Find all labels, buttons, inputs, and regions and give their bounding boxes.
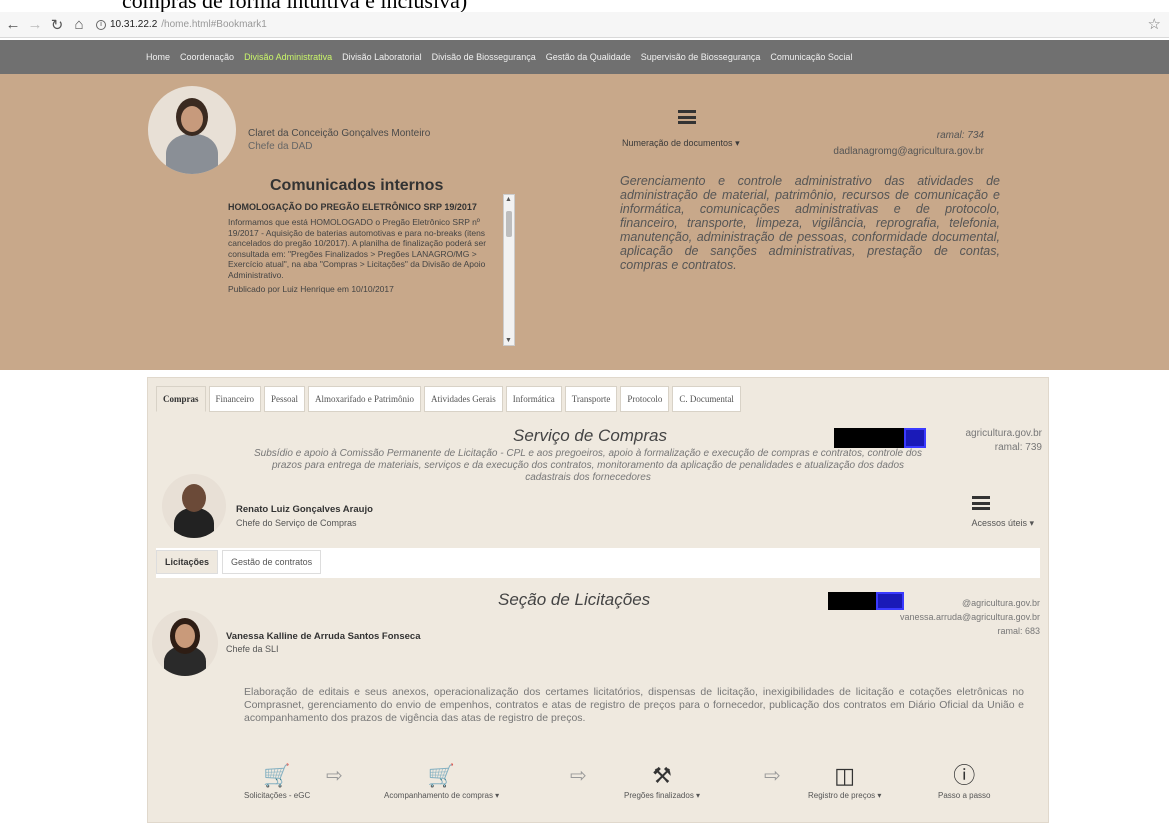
nav-supervisao-biosseguranca[interactable]: Supervisão de Biossegurança [641, 52, 761, 62]
forward-arrow-icon[interactable]: → [24, 14, 46, 36]
communications-box: HOMOLOGAÇÃO DO PREGÃO ELETRÔNICO SRP 19/… [228, 202, 520, 347]
service-tabs: Compras Financeiro Pessoal Almoxarifado … [156, 386, 741, 412]
service-title: Serviço de Compras [513, 426, 668, 445]
service-chief-name: Renato Luiz Gonçalves Araujo [236, 504, 373, 515]
nav-coordenacao[interactable]: Coordenação [180, 52, 234, 62]
scroll-down-icon[interactable]: ▼ [505, 337, 512, 344]
info-icon: i [96, 19, 106, 30]
cart-icon: 🛒 [263, 763, 291, 788]
tab-protocolo[interactable]: Protocolo [620, 386, 670, 412]
communications-title: Comunicados internos [270, 177, 444, 194]
redaction-block [828, 592, 876, 610]
process-flow: 🛒 Solicitações - eGC ⇨ 🛒 Acompanhamento … [148, 763, 1048, 823]
flow-pregoes-finalizados[interactable]: ⚒ Pregões finalizados ▾ [624, 763, 700, 800]
tab-transporte[interactable]: Transporte [564, 386, 618, 412]
nav-divisao-laboratorial[interactable]: Divisão Laboratorial [342, 52, 422, 62]
flow-solicitacoes[interactable]: 🛒 Solicitações - eGC [244, 763, 310, 800]
tab-atividades-gerais[interactable]: Atividades Gerais [423, 386, 503, 412]
nav-gestao-qualidade[interactable]: Gestão da Qualidade [546, 52, 631, 62]
service-chief-avatar [162, 474, 226, 538]
tab-informatica[interactable]: Informática [505, 386, 562, 412]
nav-divisao-administrativa[interactable]: Divisão Administrativa [244, 52, 332, 62]
section-chief-name: Vanessa Kalline de Arruda Santos Fonseca [226, 631, 421, 642]
communication-headline: HOMOLOGAÇÃO DO PREGÃO ELETRÔNICO SRP 19/… [228, 202, 477, 212]
division-ramal: ramal: 734 [936, 130, 984, 141]
chief-name: Claret da Conceição Gonçalves Monteiro [248, 128, 431, 139]
top-navigation: Home Coordenação Divisão Administrativa … [0, 40, 1169, 74]
back-arrow-icon[interactable]: ← [2, 14, 24, 36]
section-description: Elaboração de editais e seus anexos, ope… [244, 686, 1024, 724]
numeracao-dropdown[interactable]: Numeração de documentos ▾ [622, 138, 740, 149]
section-email[interactable]: @agricultura.gov.br [962, 598, 1040, 608]
service-description: Subsídio e apoio à Comissão Permanente d… [254, 448, 922, 483]
flow-acompanhamento[interactable]: 🛒 Acompanhamento de compras ▾ [384, 763, 499, 800]
cart-check-icon: 🛒 [427, 763, 456, 788]
chief-avatar [148, 86, 236, 174]
tab-compras[interactable]: Compras [156, 386, 206, 412]
redaction-block [834, 428, 904, 448]
section-chief-email[interactable]: vanessa.arruda@agricultura.gov.br [900, 612, 1040, 622]
tab-financeiro[interactable]: Financeiro [208, 386, 261, 412]
service-chief-role: Chefe do Serviço de Compras [236, 518, 357, 528]
menu-icon[interactable] [972, 496, 990, 510]
tab-pessoal[interactable]: Pessoal [264, 386, 305, 412]
scroll-thumb[interactable] [506, 211, 512, 237]
email-icon[interactable] [904, 428, 926, 448]
service-panel: Compras Financeiro Pessoal Almoxarifado … [147, 377, 1049, 823]
tab-gestao-contratos[interactable]: Gestão de contratos [222, 550, 322, 574]
browser-toolbar: ← → ↻ ⌂ i 10.31.22.2/home.html#Bookmark1… [0, 12, 1169, 38]
nav-comunicacao-social[interactable]: Comunicação Social [770, 52, 852, 62]
nav-home[interactable]: Home [146, 52, 170, 62]
question-icon: ⓘ [953, 763, 976, 788]
section-chief-avatar [152, 610, 218, 676]
communication-body: Informamos que está HOMOLOGADO o Pregão … [228, 217, 487, 280]
tab-almoxarifado[interactable]: Almoxarifado e Patrimônio [308, 386, 421, 412]
url-host: 10.31.22.2 [110, 19, 158, 30]
division-description: Gerenciamento e controle administrativo … [620, 174, 1000, 272]
reload-icon[interactable]: ↻ [46, 14, 68, 36]
email-icon[interactable] [876, 592, 904, 610]
url-path: /home.html#Bookmark1 [161, 19, 267, 30]
chief-role[interactable]: Chefe da DAD [248, 141, 312, 152]
gavel-icon: ⚒ [652, 763, 672, 788]
service-ramal: ramal: 739 [994, 442, 1042, 453]
section-title: Seção de Licitações [498, 590, 651, 609]
menu-icon[interactable] [678, 110, 696, 124]
division-email[interactable]: dadlanagromg@agricultura.gov.br [833, 146, 984, 157]
service-email[interactable]: agricultura.gov.br [965, 428, 1042, 439]
section-chief-role: Chefe da SLI [226, 644, 279, 654]
acessos-uteis-dropdown[interactable]: Acessos úteis ▾ [971, 518, 1034, 529]
communications-scrollbar[interactable]: ▲ ▼ [503, 194, 515, 346]
section-ramal: ramal: 683 [997, 626, 1040, 636]
flow-registro-precos[interactable]: ◫ Registro de preços ▾ [808, 763, 881, 800]
bookmark-star-icon[interactable]: ☆ [1148, 15, 1161, 33]
subtabs-bar: Licitações Gestão de contratos [156, 548, 1040, 578]
flow-passo-a-passo[interactable]: ⓘ Passo a passo [938, 763, 990, 800]
basket-icon: ◫ [834, 763, 856, 788]
address-bar[interactable]: i 10.31.22.2/home.html#Bookmark1 [96, 15, 267, 35]
division-hero: Claret da Conceição Gonçalves Monteiro C… [0, 74, 1169, 370]
flow-arrow-icon: ⇨ [570, 765, 587, 787]
tab-c-documental[interactable]: C. Documental [672, 386, 741, 412]
flow-arrow-icon: ⇨ [764, 765, 781, 787]
communication-published: Publicado por Luiz Henrique em 10/10/201… [228, 284, 394, 294]
nav-divisao-biosseguranca[interactable]: Divisão de Biossegurança [432, 52, 536, 62]
tab-licitacoes[interactable]: Licitações [156, 550, 219, 574]
home-icon[interactable]: ⌂ [68, 14, 90, 36]
flow-arrow-icon: ⇨ [326, 765, 343, 787]
scroll-up-icon[interactable]: ▲ [505, 196, 512, 203]
